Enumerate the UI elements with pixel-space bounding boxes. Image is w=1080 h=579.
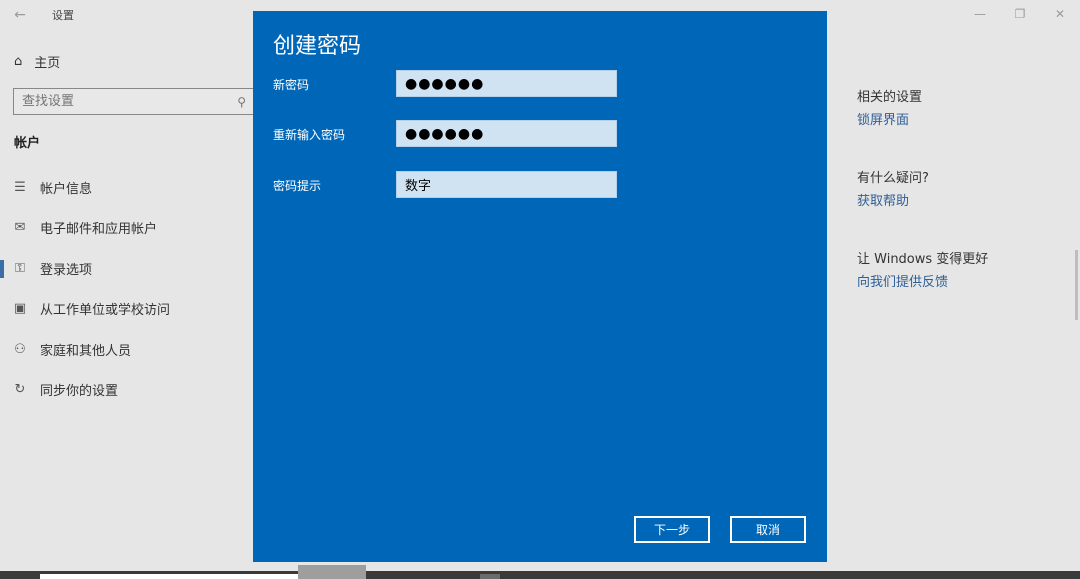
sidebar-item-account-info[interactable]: ☰ 帐户信息 xyxy=(0,167,260,208)
improve-windows-title: 让 Windows 变得更好 xyxy=(857,252,989,267)
password-hint-field[interactable]: 数字 xyxy=(396,171,617,198)
scrollbar[interactable] xyxy=(1075,250,1078,320)
home-icon: ⌂ xyxy=(14,54,23,69)
search-box: ⚲ xyxy=(13,88,255,115)
minimize-button[interactable]: — xyxy=(960,0,1000,28)
section-title: 帐户 xyxy=(14,136,41,151)
sidebar-item-sign-in-options[interactable]: ⚿ 登录选项 xyxy=(0,248,260,289)
sidebar: ⌂ 主页 ⚲ 帐户 ☰ 帐户信息 ✉ 电子邮件和应用帐户 ⚿ 登录选项 ▣ 从工… xyxy=(0,30,260,579)
close-button[interactable]: ✕ xyxy=(1040,0,1080,28)
next-button[interactable]: 下一步 xyxy=(634,516,710,543)
sync-icon: ↻ xyxy=(14,382,26,398)
window-controls: — ❐ ✕ xyxy=(960,0,1080,28)
briefcase-icon: ▣ xyxy=(13,301,27,317)
sidebar-item-family[interactable]: ⚇ 家庭和其他人员 xyxy=(0,329,260,370)
key-icon: ⚿ xyxy=(15,260,25,276)
lock-screen-link[interactable]: 锁屏界面 xyxy=(857,109,909,128)
password-hint-label: 密码提示 xyxy=(273,179,322,193)
sidebar-item-sync[interactable]: ↻ 同步你的设置 xyxy=(0,370,260,411)
sidebar-item-email-accounts[interactable]: ✉ 电子邮件和应用帐户 xyxy=(0,208,260,249)
search-input[interactable] xyxy=(22,94,222,109)
sidebar-item-home[interactable]: ⌂ 主页 xyxy=(14,52,60,71)
new-password-field[interactable]: ●●●●●● xyxy=(396,70,617,97)
create-password-dialog: 创建密码 新密码 ●●●●●● 重新输入密码 ●●●●●● 密码提示 数字 下一… xyxy=(253,11,827,562)
back-arrow-icon: ← xyxy=(14,7,26,23)
sidebar-item-label: 从工作单位或学校访问 xyxy=(40,303,171,319)
back-button[interactable]: ← xyxy=(0,0,40,30)
nav-list: ☰ 帐户信息 ✉ 电子邮件和应用帐户 ⚿ 登录选项 ▣ 从工作单位或学校访问 ⚇… xyxy=(0,167,260,410)
sidebar-item-work-school[interactable]: ▣ 从工作单位或学校访问 xyxy=(0,289,260,330)
search-icon[interactable]: ⚲ xyxy=(237,95,246,109)
home-label: 主页 xyxy=(34,56,61,71)
sidebar-item-label: 家庭和其他人员 xyxy=(40,343,132,359)
question-title: 有什么疑问? xyxy=(857,171,929,186)
minimize-icon: — xyxy=(974,7,986,21)
account-info-icon: ☰ xyxy=(14,179,26,195)
sidebar-item-label: 登录选项 xyxy=(40,262,93,278)
person-icon: ⚇ xyxy=(14,341,26,357)
close-icon: ✕ xyxy=(1054,7,1066,21)
restore-button[interactable]: ❐ xyxy=(1000,0,1040,28)
mail-icon: ✉ xyxy=(14,220,26,236)
get-help-link[interactable]: 获取帮助 xyxy=(857,190,909,209)
confirm-password-field[interactable]: ●●●●●● xyxy=(396,120,617,147)
confirm-password-label: 重新输入密码 xyxy=(273,128,346,142)
related-settings-title: 相关的设置 xyxy=(857,90,923,105)
feedback-link[interactable]: 向我们提供反馈 xyxy=(857,271,948,290)
dialog-title: 创建密码 xyxy=(273,34,362,59)
restore-icon: ❐ xyxy=(1014,7,1026,21)
taskbar-item[interactable] xyxy=(298,565,366,579)
cancel-button[interactable]: 取消 xyxy=(730,516,806,543)
sidebar-item-label: 帐户信息 xyxy=(40,181,93,197)
taskbar-indicator xyxy=(480,574,500,579)
sidebar-item-label: 同步你的设置 xyxy=(40,384,119,400)
window-title: 设置 xyxy=(52,9,74,22)
sidebar-item-label: 电子邮件和应用帐户 xyxy=(40,222,158,238)
taskbar-highlight xyxy=(40,574,330,579)
new-password-label: 新密码 xyxy=(273,78,310,92)
